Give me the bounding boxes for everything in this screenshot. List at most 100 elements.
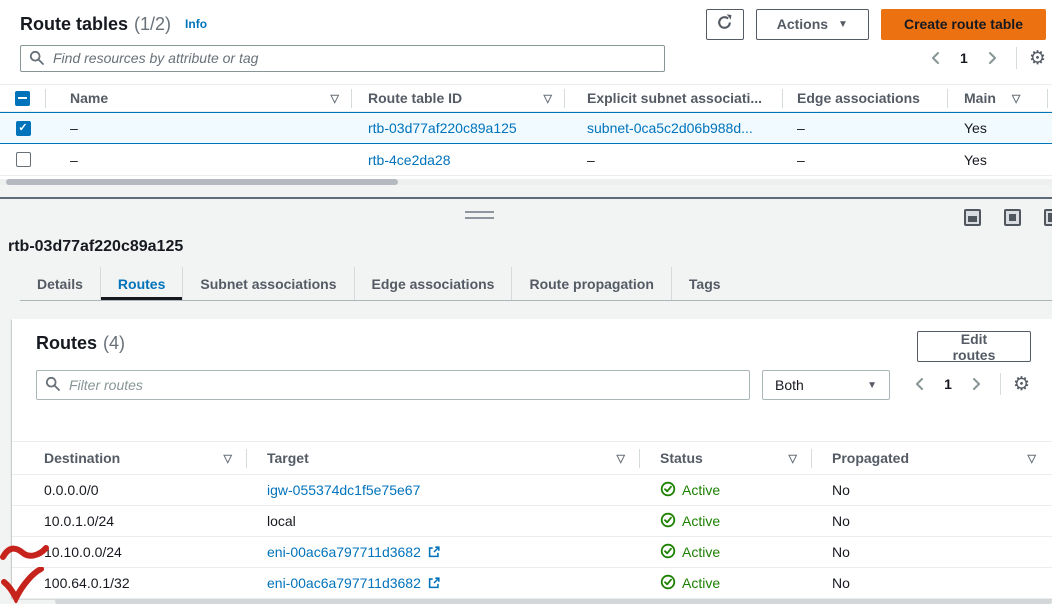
- panel-position-bottom-icon[interactable]: [964, 209, 981, 226]
- external-link-icon[interactable]: [427, 576, 441, 592]
- cell-destination: 100.64.0.1/32: [12, 575, 247, 591]
- filter-routes-input[interactable]: [36, 370, 750, 400]
- cell-propagated: No: [812, 513, 1052, 529]
- table-row[interactable]: – rtb-03d77af220c89a125 subnet-0ca5c2d06…: [0, 112, 1052, 144]
- route-type-select[interactable]: Both ▼: [762, 370, 890, 400]
- route-row[interactable]: 0.0.0.0/0 igw-055374dc1f5e75e67 Active N…: [12, 475, 1052, 506]
- column-header-spacer: [1048, 89, 1052, 108]
- cell-destination: 10.0.1.0/24: [12, 513, 247, 529]
- refresh-button[interactable]: [706, 9, 744, 40]
- status-badge: Active: [660, 543, 720, 562]
- edit-routes-button[interactable]: Edit routes: [917, 331, 1031, 362]
- caret-down-icon: ▼: [867, 381, 877, 391]
- routes-filter: [36, 370, 750, 400]
- sort-icon[interactable]: ▽: [789, 452, 797, 465]
- split-panel-border: [0, 197, 1052, 199]
- panel-position-side-icon[interactable]: [1044, 209, 1052, 226]
- tab-subnet-associations[interactable]: Subnet associations: [182, 267, 353, 300]
- column-header-name[interactable]: Name ▽: [46, 89, 352, 108]
- row-checkbox-cell: [0, 121, 46, 136]
- target-link[interactable]: eni-00ac6a797711d3682: [267, 575, 421, 591]
- header-actions: Actions ▼ Create route table: [706, 9, 1046, 40]
- panel-position-center-icon[interactable]: [1004, 209, 1021, 226]
- previous-page-button[interactable]: [924, 46, 948, 70]
- cell-target: local: [247, 513, 640, 529]
- cell-propagated: No: [812, 544, 1052, 560]
- target-link[interactable]: igw-055374dc1f5e75e67: [267, 482, 420, 498]
- target-link[interactable]: eni-00ac6a797711d3682: [267, 544, 421, 560]
- status-badge: Active: [660, 481, 720, 500]
- panel-horizontal-scrollbar[interactable]: [55, 599, 1052, 604]
- column-header-explicit-subnet[interactable]: Explicit subnet associati...: [565, 89, 783, 108]
- sort-icon[interactable]: ▽: [1012, 92, 1020, 105]
- sort-icon[interactable]: ▽: [617, 452, 625, 465]
- tab-routes[interactable]: Routes: [100, 267, 182, 300]
- column-header-edge-associations[interactable]: Edge associations: [783, 89, 948, 108]
- status-label: Active: [682, 482, 720, 498]
- route-table-id-link[interactable]: rtb-03d77af220c89a125: [368, 120, 517, 136]
- column-label: Destination: [44, 450, 120, 466]
- tab-route-propagation[interactable]: Route propagation: [511, 267, 670, 300]
- subnet-association-link[interactable]: subnet-0ca5c2d06b988d...: [587, 120, 753, 136]
- routes-card: Routes (4) Edit routes Both ▼ 1: [12, 319, 1052, 598]
- sort-icon[interactable]: ▽: [331, 92, 339, 105]
- cell-propagated: No: [812, 482, 1052, 498]
- column-label: Route table ID: [368, 90, 462, 106]
- table-pagination: 1 ⚙: [924, 46, 1046, 70]
- column-label: Explicit subnet associati...: [587, 90, 762, 106]
- select-all-cell: [0, 89, 46, 108]
- row-checkbox[interactable]: [16, 121, 31, 136]
- next-page-button[interactable]: [964, 372, 988, 396]
- column-header-propagated[interactable]: Propagated ▽: [812, 449, 1052, 468]
- row-checkbox[interactable]: [16, 152, 31, 167]
- current-page[interactable]: 1: [954, 50, 974, 66]
- cell-destination: 10.10.0.0/24: [12, 544, 247, 560]
- settings-gear-icon[interactable]: ⚙: [1013, 375, 1030, 394]
- route-table-id-link[interactable]: rtb-4ce2da28: [368, 152, 451, 168]
- detail-split-panel: rtb-03d77af220c89a125 Details Routes Sub…: [0, 185, 1052, 604]
- route-row[interactable]: 10.10.0.0/24 eni-00ac6a797711d3682 Activ…: [12, 537, 1052, 568]
- column-label: Edge associations: [797, 90, 920, 106]
- actions-button[interactable]: Actions ▼: [756, 9, 869, 40]
- routes-title: Routes: [36, 333, 97, 353]
- table-row[interactable]: – rtb-4ce2da28 – – Yes: [0, 144, 1052, 176]
- route-tables-page: Route tables (1/2) Info Actions ▼ Create…: [0, 0, 1052, 604]
- external-link-icon[interactable]: [427, 545, 441, 561]
- search-input[interactable]: [20, 45, 665, 72]
- column-header-target[interactable]: Target ▽: [247, 449, 640, 468]
- select-all-checkbox[interactable]: [15, 91, 30, 106]
- settings-gear-icon[interactable]: ⚙: [1029, 49, 1046, 68]
- cell-name: –: [46, 120, 352, 136]
- split-panel-drag-handle[interactable]: [465, 211, 494, 219]
- cell-main: Yes: [948, 120, 1048, 136]
- cell-edge-associations: –: [783, 120, 948, 136]
- routes-count: (4): [103, 333, 125, 353]
- resource-search: [20, 45, 665, 72]
- column-label: Name: [70, 90, 108, 106]
- column-header-destination[interactable]: Destination ▽: [12, 449, 247, 468]
- cell-name: –: [46, 152, 352, 168]
- previous-page-button[interactable]: [908, 372, 932, 396]
- tab-edge-associations[interactable]: Edge associations: [354, 267, 512, 300]
- current-page[interactable]: 1: [938, 376, 958, 392]
- create-button-label: Create route table: [904, 16, 1023, 32]
- column-header-route-table-id[interactable]: Route table ID ▽: [352, 89, 565, 108]
- route-row[interactable]: 10.0.1.0/24 local Active No: [12, 506, 1052, 537]
- column-header-status[interactable]: Status ▽: [640, 449, 812, 468]
- sort-icon[interactable]: ▽: [224, 452, 232, 465]
- sort-icon[interactable]: ▽: [544, 92, 552, 105]
- tab-details[interactable]: Details: [20, 267, 100, 300]
- info-link[interactable]: Info: [185, 17, 207, 31]
- next-page-button[interactable]: [980, 46, 1004, 70]
- routes-header-row: Destination ▽ Target ▽ Status ▽ Propagat…: [12, 441, 1052, 475]
- route-row[interactable]: 100.64.0.1/32 eni-00ac6a797711d3682 Acti…: [12, 568, 1052, 599]
- routes-table: Destination ▽ Target ▽ Status ▽ Propagat…: [12, 441, 1052, 599]
- panel-title: rtb-03d77af220c89a125: [8, 238, 183, 256]
- tab-tags[interactable]: Tags: [671, 267, 738, 300]
- create-route-table-button[interactable]: Create route table: [881, 9, 1046, 40]
- status-label: Active: [682, 513, 720, 529]
- caret-down-icon: ▼: [838, 20, 848, 30]
- column-header-main[interactable]: Main ▽: [948, 89, 1048, 108]
- route-type-value: Both: [775, 377, 804, 393]
- sort-icon[interactable]: ▽: [1028, 452, 1036, 465]
